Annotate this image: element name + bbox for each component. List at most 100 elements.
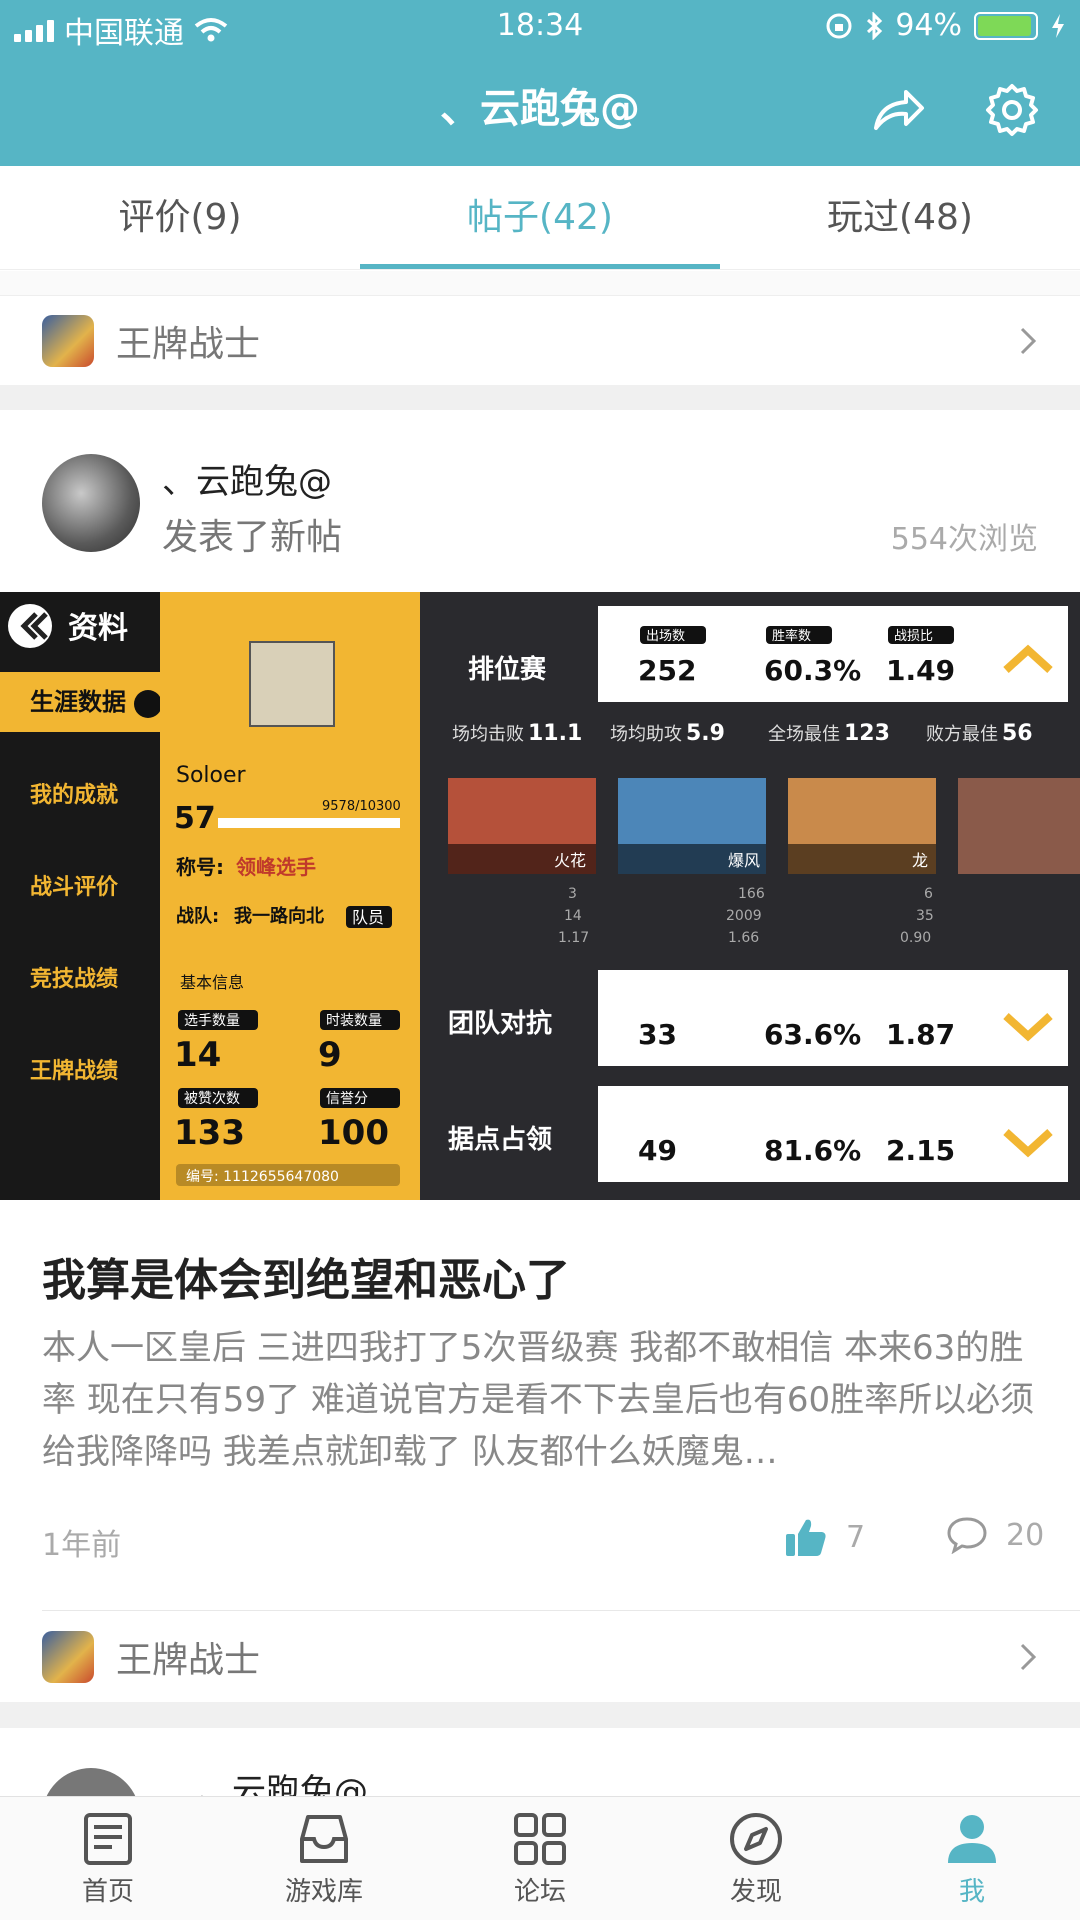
game-link-row[interactable]: 王牌战士 — [0, 295, 1080, 385]
nav-me[interactable]: 我 — [864, 1797, 1080, 1920]
profile-tabs: 评价(9) 帖子(42) 玩过(48) — [0, 166, 1080, 270]
mode-kd-2: 2.15 — [886, 1134, 955, 1167]
post-author[interactable]: 、云跑兔@ — [162, 454, 332, 503]
status-right: 94% — [825, 8, 1066, 43]
post-header-next: 、云跑兔@ — [0, 1728, 1080, 1798]
view-count: 554次浏览 — [890, 522, 1038, 557]
stat-value-2: 133 — [174, 1113, 245, 1153]
hero-name-2: 龙 — [912, 851, 928, 870]
game-name: 王牌战士 — [116, 323, 261, 365]
post-author[interactable]: 、云跑兔@ — [198, 1764, 368, 1798]
chevron-right-icon — [1020, 1643, 1037, 1671]
col-matches: 出场数 — [646, 629, 685, 644]
player-id: 编号: 1112655647080 — [186, 1169, 339, 1185]
share-icon[interactable] — [870, 82, 926, 138]
hero-name-0: 火花 — [554, 851, 586, 870]
hero-kd-0: 1.17 — [558, 930, 589, 946]
nav-game-library[interactable]: 游戏库 — [216, 1797, 432, 1920]
post-title[interactable]: 我算是体会到绝望和恶心了 — [42, 1244, 570, 1308]
rotation-lock-icon — [826, 13, 852, 38]
hero-lost-1: 2009 — [726, 908, 762, 924]
menu-achievement: 我的成就 — [30, 782, 118, 808]
menu-career: 生涯数据 — [30, 688, 126, 716]
nav-label: 发现 — [729, 1877, 782, 1907]
tab-played[interactable]: 玩过(48) — [720, 166, 1080, 269]
stat-value-3: 100 — [318, 1113, 389, 1153]
comment-bubble-icon — [947, 1517, 987, 1554]
mode-name-2: 据点占领 — [448, 1124, 552, 1155]
stat-label-2: 被赞次数 — [184, 1091, 240, 1107]
divider — [0, 271, 1080, 295]
player-exp: 9578/10300 — [322, 799, 401, 814]
section-gap — [0, 385, 1080, 410]
hero-kd-1: 1.66 — [728, 930, 759, 946]
avg-value-2: 123 — [844, 721, 890, 746]
app-header: 中国联通 18:34 94% 、云跑兔@ — [0, 0, 1080, 166]
player-name: Soloer — [176, 763, 247, 788]
title-label: 称号: — [176, 855, 224, 879]
post-time: 1年前 — [42, 1528, 122, 1563]
home-icon — [84, 1813, 132, 1865]
compass-icon — [730, 1813, 782, 1865]
mode-matches-0: 252 — [638, 654, 696, 687]
comment-count: 20 — [1006, 1517, 1045, 1553]
hero-lost-0: 14 — [564, 908, 582, 924]
bottom-nav: 首页 游戏库 论坛 发现 我 — [0, 1796, 1080, 1920]
status-bar: 中国联通 18:34 94% — [0, 0, 1080, 54]
game-link-row-bottom[interactable]: 王牌战士 — [0, 1612, 1080, 1702]
image-title: 资料 — [68, 611, 128, 646]
nav-label: 游戏库 — [284, 1877, 363, 1907]
mode-winrate-0: 60.3% — [764, 654, 861, 687]
settings-gear-icon[interactable] — [984, 82, 1040, 138]
nav-label: 论坛 — [513, 1877, 566, 1907]
player-level: 57 — [174, 801, 216, 836]
mode-name-0: 排位赛 — [468, 654, 547, 685]
post-header: 、云跑兔@ 发表了新帖 554次浏览 — [0, 410, 1080, 590]
nav-home[interactable]: 首页 — [0, 1797, 216, 1920]
battery-percent: 94% — [895, 8, 962, 43]
inbox-icon — [300, 1815, 348, 1863]
nav-label: 首页 — [81, 1877, 134, 1907]
mode-winrate-1: 63.6% — [764, 1018, 861, 1051]
stat-label-1: 时装数量 — [326, 1013, 382, 1029]
avg-value-0: 11.1 — [528, 721, 582, 746]
avatar[interactable] — [42, 1768, 140, 1798]
section-gap — [0, 1702, 1080, 1728]
tab-reviews[interactable]: 评价(9) — [0, 166, 360, 269]
avg-label-3: 败方最佳 — [926, 724, 998, 745]
charging-icon — [1052, 13, 1064, 38]
stat-value-1: 9 — [318, 1035, 342, 1075]
col-winrate: 胜率数 — [772, 628, 811, 644]
menu-arena: 竞技战绩 — [30, 966, 118, 992]
menu-royale: 王牌战绩 — [30, 1058, 118, 1084]
hero-played-2: 6 — [924, 886, 933, 902]
avg-label-1: 场均助攻 — [610, 724, 682, 745]
hero-lost-2: 35 — [916, 908, 934, 924]
grid-icon — [514, 1813, 566, 1865]
tab-posts[interactable]: 帖子(42) — [360, 166, 720, 269]
avg-label-0: 场均击败 — [452, 724, 524, 745]
stat-label-3: 信誉分 — [326, 1091, 368, 1107]
avg-value-1: 5.9 — [686, 721, 725, 746]
mode-name-1: 团队对抗 — [448, 1008, 552, 1039]
title-value: 领峰选手 — [236, 855, 316, 879]
like-button[interactable]: 7 — [784, 1516, 865, 1558]
stat-label-0: 选手数量 — [184, 1013, 240, 1029]
post-image[interactable]: 资料 生涯数据 我的成就 战斗评价 竞技战绩 王牌战绩 Soloer 57 95… — [0, 592, 1080, 1200]
hero-kd-2: 0.90 — [900, 930, 931, 946]
comment-button[interactable]: 20 — [946, 1516, 1044, 1554]
avg-label-2: 全场最佳 — [768, 724, 840, 745]
team-value: 我一路向北 — [234, 905, 324, 927]
mode-winrate-2: 81.6% — [764, 1134, 861, 1167]
game-name: 王牌战士 — [116, 1640, 261, 1681]
title-row: 、云跑兔@ — [0, 76, 1080, 142]
post-body[interactable]: 本人一区皇后 三进四我打了5次晋级赛 我都不敢相信 本来63的胜率 现在只有59… — [42, 1322, 1042, 1478]
avatar[interactable] — [42, 454, 140, 552]
bluetooth-icon — [867, 11, 883, 40]
user-icon — [948, 1815, 996, 1863]
team-label: 战队: — [176, 905, 219, 927]
nav-discover[interactable]: 发现 — [648, 1797, 864, 1920]
avg-value-3: 56 — [1002, 721, 1033, 746]
thumbs-up-icon — [786, 1519, 826, 1556]
nav-forum[interactable]: 论坛 — [432, 1797, 648, 1920]
